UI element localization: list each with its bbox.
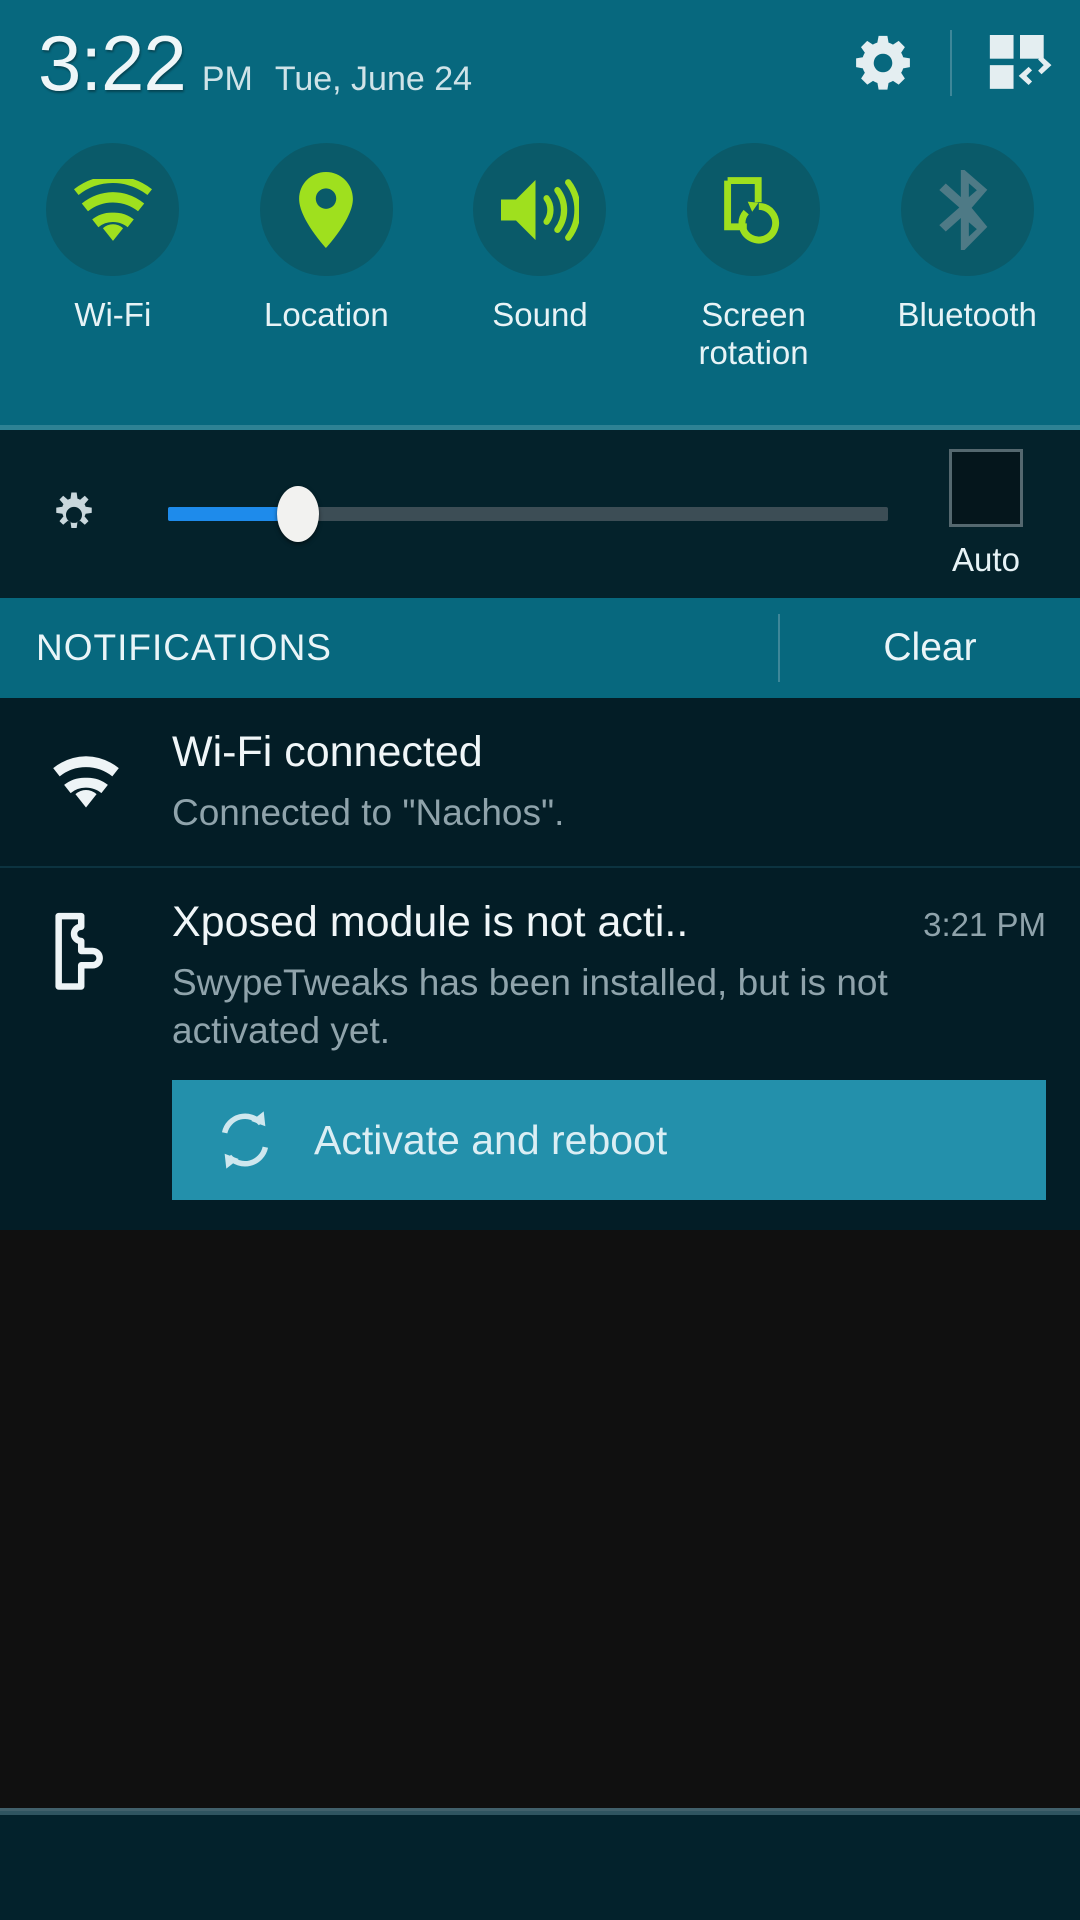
toggle-circle-location[interactable]	[259, 143, 393, 276]
auto-brightness-checkbox[interactable]	[949, 449, 1023, 527]
gear-icon[interactable]	[852, 32, 914, 94]
clock-date: Tue, June 24	[274, 59, 473, 98]
quick-toggle-location[interactable]: Location	[220, 125, 434, 425]
brightness-gear-icon	[42, 480, 106, 549]
auto-brightness-control[interactable]: Auto	[936, 449, 1036, 579]
quick-toggle-row: Wi-Fi Location Sound Screen rotation Blu…	[0, 125, 1080, 425]
notifications-header: NOTIFICATIONS Clear	[0, 598, 1080, 698]
sync-reboot-icon	[221, 1111, 269, 1169]
quick-toggle-label-bluetooth: Bluetooth	[897, 296, 1037, 333]
empty-shade-area	[0, 1230, 1080, 1808]
notifications-title: NOTIFICATIONS	[36, 627, 332, 668]
status-clock-bar: 3:22 PM Tue, June 24	[0, 0, 1080, 125]
clock-time: 3:22	[38, 18, 187, 107]
wifi-icon	[53, 756, 119, 808]
clock-ampm: PM	[201, 59, 253, 98]
notification-action-activate-and-reboot[interactable]: Activate and reboot	[172, 1080, 1046, 1201]
quick-toggle-wifi[interactable]: Wi-Fi	[6, 125, 220, 425]
quick-toggle-label-wifi: Wi-Fi	[74, 296, 152, 333]
toggle-circle-bluetooth[interactable]	[900, 143, 1034, 276]
statusbar-divider	[950, 29, 952, 96]
quick-settings-panel: 3:22 PM Tue, June 24 Wi-Fi Location Soun…	[0, 0, 1080, 430]
notification-shade: 3:22 PM Tue, June 24 Wi-Fi Location Soun…	[0, 0, 1080, 1920]
bottom-bar	[0, 1815, 1080, 1920]
notification-icon-wrap	[0, 898, 172, 1200]
notification-item-wifi[interactable]: Wi-Fi connected Connected to "Nachos".	[0, 698, 1080, 866]
sound-speaker-icon	[500, 178, 579, 241]
grid-toggle-icon[interactable]	[988, 34, 1052, 91]
notification-subtitle: SwypeTweaks has been installed, but is n…	[172, 962, 888, 1051]
toggle-circle-wifi[interactable]	[46, 143, 180, 276]
notification-title-line: Wi-Fi connected	[172, 728, 1046, 777]
toggle-circle-sound[interactable]	[473, 143, 607, 276]
notification-item-xposed[interactable]: Xposed module is not acti.. 3:21 PM Swyp…	[0, 868, 1080, 1230]
brightness-slider-thumb[interactable]	[276, 486, 319, 542]
notification-list: Wi-Fi connected Connected to "Nachos". X…	[0, 698, 1080, 1231]
notification-action-label: Activate and reboot	[314, 1116, 668, 1163]
toggle-circle-screen-rotation[interactable]	[687, 143, 821, 276]
clear-notifications-button[interactable]: Clear	[780, 626, 1080, 670]
auto-brightness-label: Auto	[952, 541, 1020, 578]
notification-subtitle: Connected to "Nachos".	[172, 792, 565, 833]
location-pin-icon	[299, 171, 354, 248]
notification-body: Wi-Fi connected Connected to "Nachos".	[172, 728, 1056, 836]
wifi-icon	[73, 178, 152, 241]
notification-timestamp: 3:21 PM	[923, 906, 1046, 944]
notification-title: Wi-Fi connected	[172, 728, 483, 776]
quick-toggle-label-location: Location	[264, 296, 389, 333]
quick-toggle-label-screen-rotation: Screen rotation	[698, 296, 809, 371]
brightness-row: Auto	[0, 430, 1080, 598]
screen-rotation-icon	[723, 176, 779, 243]
clock-group: 3:22 PM Tue, June 24	[38, 24, 852, 102]
quick-toggle-label-sound: Sound	[492, 296, 588, 333]
brightness-slider[interactable]	[168, 484, 888, 544]
xposed-puzzle-icon	[55, 913, 103, 991]
statusbar-actions	[852, 29, 1052, 96]
bluetooth-icon	[939, 169, 988, 250]
notification-icon-wrap	[0, 728, 172, 836]
quick-toggle-screen-rotation[interactable]: Screen rotation	[647, 125, 861, 425]
notification-title: Xposed module is not acti..	[172, 898, 689, 947]
notification-body: Xposed module is not acti.. 3:21 PM Swyp…	[172, 898, 1056, 1201]
quick-toggle-sound[interactable]: Sound	[433, 125, 647, 425]
quick-toggle-bluetooth[interactable]: Bluetooth	[860, 125, 1074, 425]
notification-title-line: Xposed module is not acti.. 3:21 PM	[172, 898, 1046, 947]
